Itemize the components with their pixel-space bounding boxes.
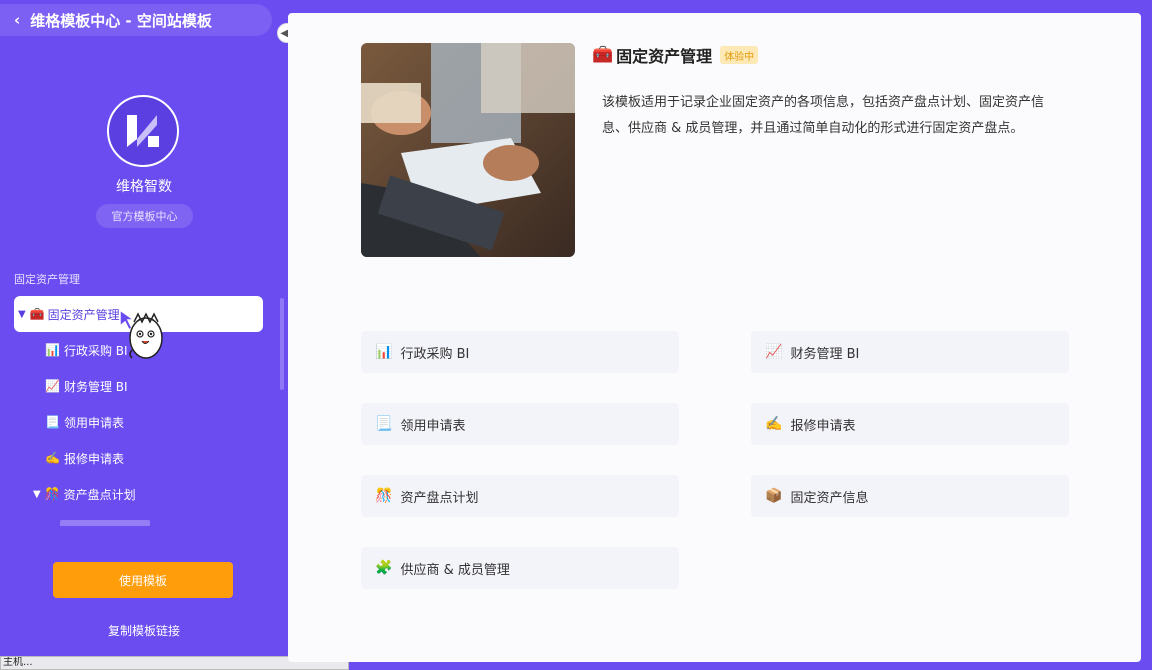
chevron-left-icon[interactable]: ‹ bbox=[14, 11, 20, 29]
card-finance-bi[interactable]: 📈 财务管理 BI bbox=[751, 331, 1069, 373]
tree-item-label: 领用申请表 bbox=[63, 415, 124, 430]
tree-item-inventory-plan[interactable]: ▼ 🎊 资产盘点计划 bbox=[33, 482, 136, 506]
org-name: 维格智数 bbox=[116, 179, 172, 195]
status-badge: 体验中 bbox=[720, 46, 759, 64]
org-badge: 官方模板中心 bbox=[96, 204, 193, 228]
template-title: 🧰 固定资产管理 体验中 bbox=[592, 43, 759, 67]
card-label: 固定资产信息 bbox=[790, 490, 869, 506]
card-inventory-plan[interactable]: 🎊 资产盘点计划 bbox=[361, 475, 679, 517]
card-label: 报修申请表 bbox=[790, 418, 856, 434]
title-bar[interactable]: ‹ 维格模板中心 - 空间站模板 bbox=[0, 4, 272, 36]
tree-item-clipped bbox=[60, 520, 160, 526]
trend-chart-icon: 📈 bbox=[765, 344, 783, 360]
card-label: 供应商 & 成员管理 bbox=[400, 562, 510, 578]
toolbox-icon: 🧰 bbox=[592, 45, 614, 65]
bar-chart-icon: 📊 bbox=[45, 343, 60, 357]
card-label: 领用申请表 bbox=[400, 418, 466, 434]
bar-chart-icon: 📊 bbox=[375, 344, 393, 360]
toolbox-icon: 🧰 bbox=[29, 307, 45, 321]
writing-hand-icon: ✍️ bbox=[765, 416, 783, 432]
app-window: ‹ 维格模板中心 - 空间站模板 维格智数 官方模板中心 固定资产管理 ▼ 🧰 … bbox=[0, 0, 1152, 670]
org-avatar bbox=[107, 95, 179, 167]
template-name: 固定资产管理 bbox=[616, 47, 713, 66]
document-icon: 📃 bbox=[45, 415, 60, 429]
mascot-cursor-icon bbox=[118, 308, 168, 362]
card-label: 行政采购 BI bbox=[400, 346, 470, 362]
card-label: 资产盘点计划 bbox=[400, 490, 479, 506]
package-icon: 📦 bbox=[765, 488, 783, 504]
tree-item-label: 财务管理 BI bbox=[63, 379, 128, 394]
tree-item-repair-form[interactable]: ✍️ 报修申请表 bbox=[45, 446, 124, 470]
card-procurement-bi[interactable]: 📊 行政采购 BI bbox=[361, 331, 679, 373]
copy-template-link[interactable]: 复制模板链接 bbox=[0, 622, 288, 639]
template-description: 该模板适用于记录企业固定资产的各项信息，包括资产盘点计划、固定资产信息、供应商 … bbox=[602, 95, 1045, 136]
main-panel: 🧰 固定资产管理 体验中 该模板适用于记录企业固定资产的各项信息，包括资产盘点计… bbox=[288, 13, 1141, 662]
confetti-icon: 🎊 bbox=[44, 487, 60, 501]
puzzle-icon: 🧩 bbox=[375, 560, 393, 576]
card-supplier-member[interactable]: 🧩 供应商 & 成员管理 bbox=[361, 547, 679, 589]
card-label: 财务管理 BI bbox=[790, 346, 860, 362]
tree-item-procurement-bi[interactable]: 📊 行政采购 BI bbox=[45, 338, 128, 362]
tree-item-label: 资产盘点计划 bbox=[63, 487, 136, 502]
trend-chart-icon: 📈 bbox=[45, 379, 60, 393]
sidebar: ‹ 维格模板中心 - 空间站模板 维格智数 官方模板中心 固定资产管理 ▼ 🧰 … bbox=[0, 0, 349, 670]
card-asset-info[interactable]: 📦 固定资产信息 bbox=[751, 475, 1069, 517]
tree-item-requisition-form[interactable]: 📃 领用申请表 bbox=[45, 410, 124, 434]
vika-logo-icon bbox=[127, 115, 159, 147]
use-template-button[interactable]: 使用模板 bbox=[53, 562, 233, 598]
caret-down-icon[interactable]: ▼ bbox=[33, 489, 41, 500]
template-cover-image bbox=[361, 43, 575, 257]
sidebar-scrollbar[interactable] bbox=[280, 298, 284, 390]
page-title: 维格模板中心 - 空间站模板 bbox=[30, 11, 212, 30]
card-repair-form[interactable]: ✍️ 报修申请表 bbox=[751, 403, 1069, 445]
caret-down-icon[interactable]: ▼ bbox=[18, 309, 26, 320]
writing-hand-icon: ✍️ bbox=[45, 451, 60, 465]
card-requisition-form[interactable]: 📃 领用申请表 bbox=[361, 403, 679, 445]
section-label: 固定资产管理 bbox=[14, 273, 80, 286]
confetti-icon: 🎊 bbox=[375, 488, 393, 504]
document-icon: 📃 bbox=[375, 416, 393, 432]
tree-item-label: 报修申请表 bbox=[63, 451, 124, 466]
tree-item-finance-bi[interactable]: 📈 财务管理 BI bbox=[45, 374, 128, 398]
tree-item-label: 固定资产管理 bbox=[47, 307, 120, 322]
